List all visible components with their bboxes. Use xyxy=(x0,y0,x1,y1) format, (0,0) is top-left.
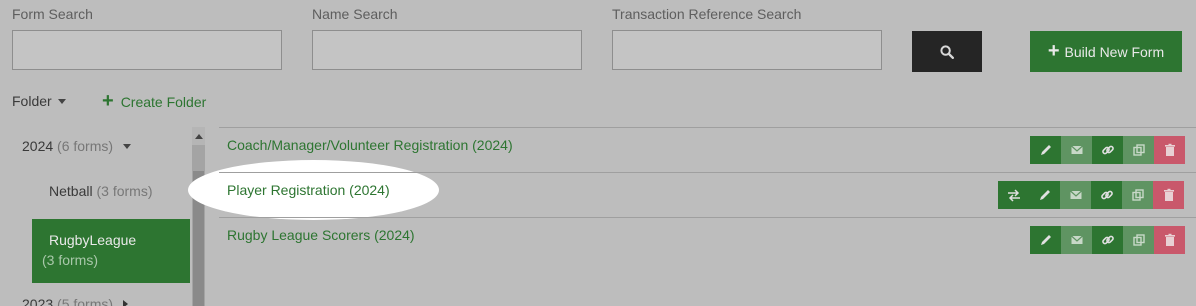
divider xyxy=(219,127,1196,128)
create-folder-label: Create Folder xyxy=(120,94,207,110)
email-icon xyxy=(1070,235,1083,244)
delete-button[interactable] xyxy=(1154,136,1185,164)
tree-scrollbar[interactable] xyxy=(192,127,205,306)
copy-icon xyxy=(1132,234,1145,246)
transfer-icon xyxy=(1007,189,1020,202)
folder-tree: 2024 (6 forms) Netball (3 forms) RugbyLe… xyxy=(0,127,192,306)
edit-icon xyxy=(1040,145,1051,155)
edit-icon xyxy=(1040,235,1051,245)
edit-button[interactable] xyxy=(1029,181,1060,209)
folder-dropdown[interactable]: Folder xyxy=(12,93,66,109)
folder-name: Netball xyxy=(49,183,93,199)
edit-button[interactable] xyxy=(1030,136,1061,164)
search-icon xyxy=(940,44,954,59)
delete-button[interactable] xyxy=(1153,181,1184,209)
tree-item-netball[interactable]: Netball (3 forms) xyxy=(49,183,152,199)
tree-year-2024[interactable]: 2024 (6 forms) xyxy=(22,138,132,154)
year-label: 2023 xyxy=(22,296,54,306)
copy-icon xyxy=(1132,144,1145,156)
search-button[interactable] xyxy=(912,31,982,72)
form-search-input[interactable] xyxy=(12,30,282,70)
form-actions xyxy=(998,181,1184,209)
name-search-input[interactable] xyxy=(312,30,582,70)
link-icon xyxy=(1101,235,1114,245)
tree-item-rugbyleague[interactable]: RugbyLeague (3 forms) xyxy=(32,219,190,283)
divider xyxy=(219,217,1196,218)
chevron-right-icon xyxy=(123,300,129,306)
plus-icon: + xyxy=(102,90,114,112)
delete-icon xyxy=(1163,188,1174,201)
form-link[interactable]: Coach/Manager/Volunteer Registration (20… xyxy=(227,137,513,153)
link-icon xyxy=(1101,145,1114,155)
transaction-search-label: Transaction Reference Search xyxy=(612,6,802,22)
plus-icon: + xyxy=(1047,39,1060,62)
chevron-down-icon xyxy=(57,98,66,104)
folder-label: Folder xyxy=(12,93,52,109)
chevron-up-icon xyxy=(194,133,203,139)
build-new-form-label: Build New Form xyxy=(1064,43,1165,60)
create-folder-button[interactable]: + Create Folder xyxy=(102,90,207,112)
link-icon xyxy=(1100,190,1113,200)
transaction-search-input[interactable] xyxy=(612,30,882,70)
chevron-down-icon xyxy=(123,143,132,149)
delete-button[interactable] xyxy=(1154,226,1185,254)
email-icon xyxy=(1070,145,1083,154)
folder-count: (3 forms) xyxy=(42,252,98,268)
delete-icon xyxy=(1164,143,1175,156)
tree-year-2023[interactable]: 2023 (5 forms) xyxy=(22,296,129,306)
edit-icon xyxy=(1039,190,1050,200)
folder-name: RugbyLeague xyxy=(49,232,137,248)
copy-icon xyxy=(1131,189,1144,201)
scroll-up-button[interactable] xyxy=(192,127,205,145)
copy-button[interactable] xyxy=(1123,136,1154,164)
folder-count: (3 forms) xyxy=(96,183,153,199)
transfer-button[interactable] xyxy=(998,181,1029,209)
email-button[interactable] xyxy=(1061,136,1092,164)
form-link[interactable]: Player Registration (2024) xyxy=(227,182,390,198)
year-count: (5 forms) xyxy=(57,296,114,306)
email-icon xyxy=(1069,190,1082,199)
email-button[interactable] xyxy=(1061,226,1092,254)
copy-button[interactable] xyxy=(1123,226,1154,254)
link-button[interactable] xyxy=(1092,136,1123,164)
email-button[interactable] xyxy=(1060,181,1091,209)
name-search-label: Name Search xyxy=(312,6,398,22)
link-button[interactable] xyxy=(1091,181,1122,209)
form-actions xyxy=(1030,226,1185,254)
form-search-label: Form Search xyxy=(12,6,93,22)
form-actions xyxy=(1030,136,1185,164)
year-label: 2024 xyxy=(22,138,54,154)
delete-icon xyxy=(1164,233,1175,246)
copy-button[interactable] xyxy=(1122,181,1153,209)
year-count: (6 forms) xyxy=(57,138,114,154)
form-link[interactable]: Rugby League Scorers (2024) xyxy=(227,227,415,243)
link-button[interactable] xyxy=(1092,226,1123,254)
divider xyxy=(219,172,1196,173)
build-new-form-button[interactable]: + Build New Form xyxy=(1030,31,1182,72)
edit-button[interactable] xyxy=(1030,226,1061,254)
